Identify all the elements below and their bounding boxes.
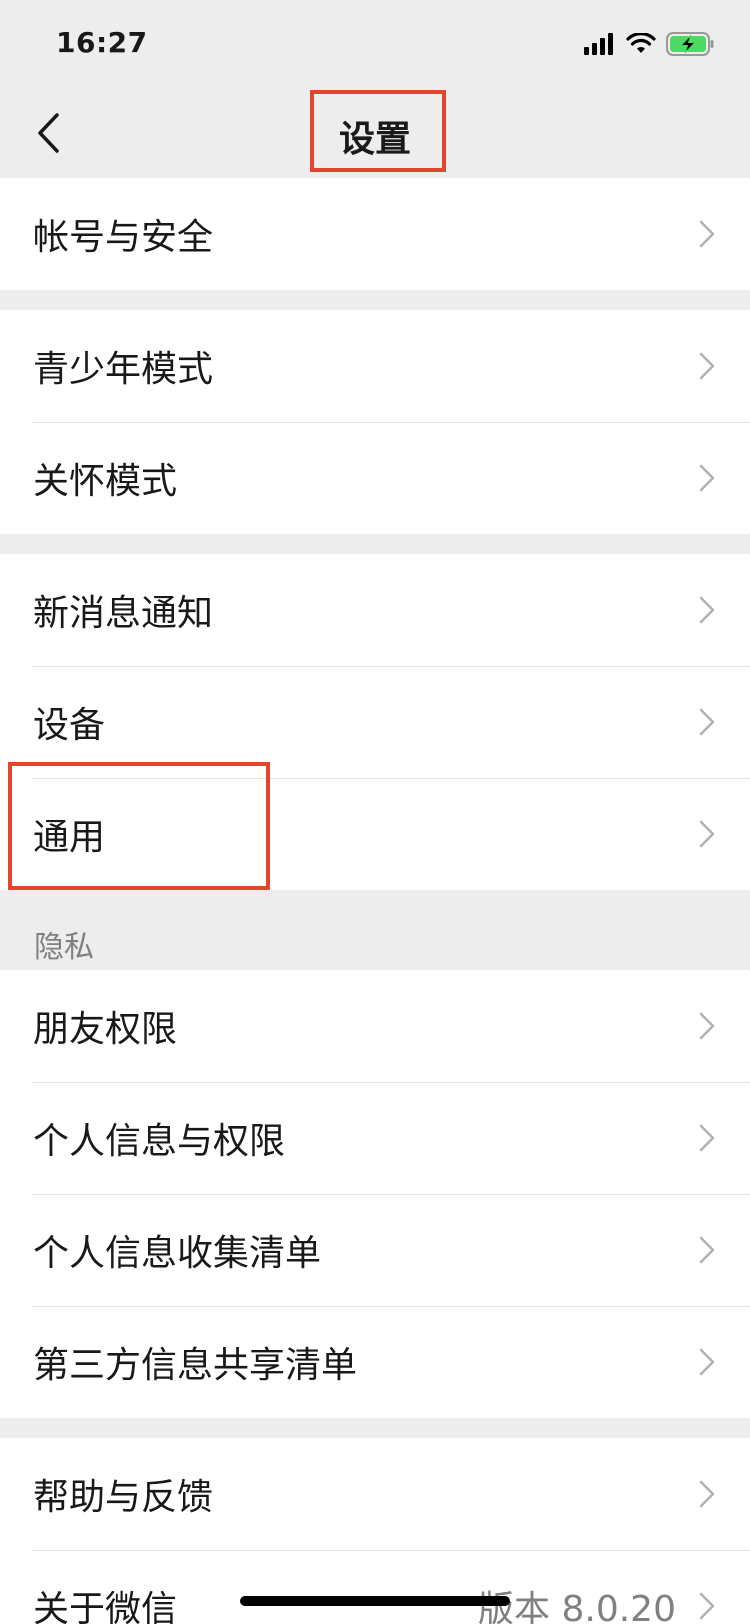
chevron-right-icon (699, 1592, 715, 1620)
row-label: 帐号与安全 (33, 217, 214, 258)
chevron-right-icon (699, 820, 715, 848)
row-label: 关怀模式 (33, 461, 178, 502)
chevron-right-icon (699, 1236, 715, 1264)
row-help-feedback[interactable]: 帮助与反馈 (0, 1438, 750, 1550)
battery-charging-icon (666, 32, 714, 56)
row-label: 通用 (33, 817, 106, 858)
status-bar: 16:27 (0, 0, 750, 88)
row-label: 个人信息收集清单 (33, 1233, 322, 1274)
row-third-party-sharing-list[interactable]: 第三方信息共享清单 (0, 1306, 750, 1418)
row-label: 关于微信 (33, 1589, 178, 1624)
chevron-right-icon (699, 220, 715, 248)
chevron-right-icon (699, 1348, 715, 1376)
chevron-right-icon (699, 1012, 715, 1040)
row-devices[interactable]: 设备 (0, 666, 750, 778)
row-new-message-notifications[interactable]: 新消息通知 (0, 554, 750, 666)
chevron-right-icon (699, 1480, 715, 1508)
chevron-right-icon (699, 708, 715, 736)
chevron-right-icon (699, 596, 715, 624)
row-personal-info-permissions[interactable]: 个人信息与权限 (0, 1082, 750, 1194)
row-label: 新消息通知 (33, 593, 214, 634)
row-account-security[interactable]: 帐号与安全 (0, 178, 750, 290)
row-label: 朋友权限 (33, 1009, 178, 1050)
wifi-icon (626, 33, 656, 53)
title-highlight-box (310, 90, 446, 172)
row-general[interactable]: 通用 (0, 778, 750, 890)
home-indicator (240, 1596, 510, 1606)
row-label: 个人信息与权限 (33, 1121, 286, 1162)
section-header-privacy: 隐私 (0, 890, 750, 970)
status-icons (584, 32, 714, 56)
row-label: 第三方信息共享清单 (33, 1345, 358, 1386)
nav-bar: 设置 (0, 88, 750, 178)
chevron-right-icon (699, 1124, 715, 1152)
chevron-right-icon (699, 464, 715, 492)
chevron-right-icon (699, 352, 715, 380)
signal-icon (584, 33, 613, 55)
group-gap (0, 534, 750, 554)
settings-group: 朋友权限 个人信息与权限 个人信息收集清单 第三方信息共享清单 (0, 970, 750, 1418)
status-time: 16:27 (56, 26, 148, 59)
row-about-wechat[interactable]: 关于微信 版本 8.0.20 (0, 1550, 750, 1624)
row-label: 帮助与反馈 (33, 1477, 214, 1518)
settings-group: 新消息通知 设备 通用 (0, 554, 750, 890)
group-gap (0, 1418, 750, 1438)
row-friend-permissions[interactable]: 朋友权限 (0, 970, 750, 1082)
settings-list: 帐号与安全 青少年模式 关怀模式 新消息通知 设备 通用 隐私 朋友权限 个人信… (0, 178, 750, 1624)
settings-group: 帐号与安全 (0, 178, 750, 290)
settings-group: 青少年模式 关怀模式 (0, 310, 750, 534)
row-label: 青少年模式 (33, 349, 214, 390)
row-label: 设备 (33, 705, 106, 746)
row-care-mode[interactable]: 关怀模式 (0, 422, 750, 534)
row-teen-mode[interactable]: 青少年模式 (0, 310, 750, 422)
row-personal-info-collection-list[interactable]: 个人信息收集清单 (0, 1194, 750, 1306)
group-gap (0, 290, 750, 310)
